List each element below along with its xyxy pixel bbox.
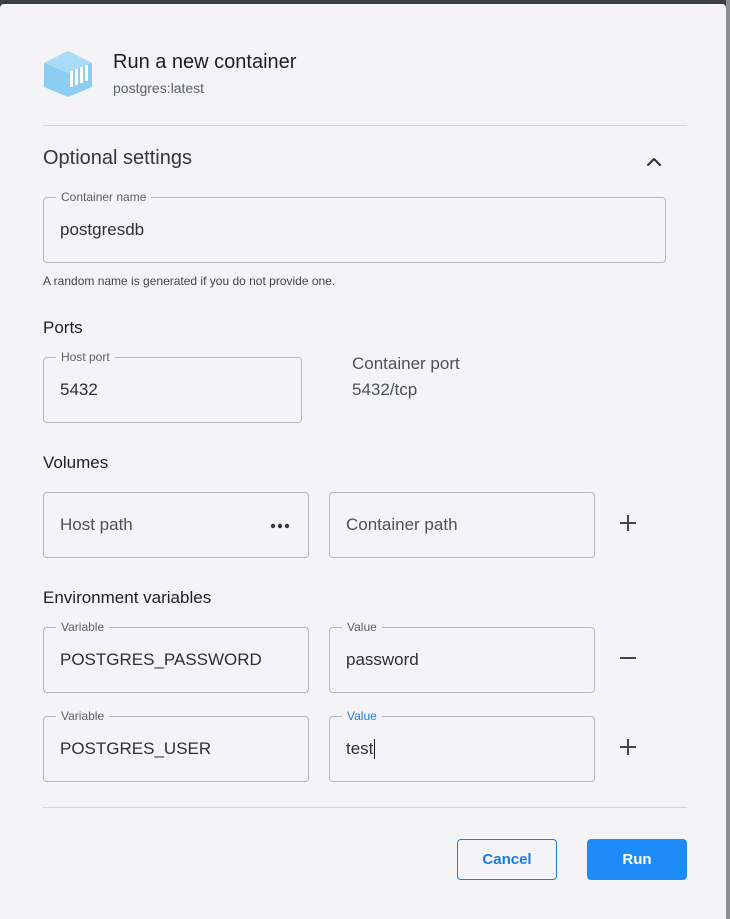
env-value-field-focused[interactable]: Value test <box>329 708 595 782</box>
host-port-value: 5432 <box>60 380 98 399</box>
container-port-label: Container port <box>352 354 460 373</box>
container-name-value: postgresdb <box>60 220 145 239</box>
image-name: postgres:latest <box>113 80 205 96</box>
env-value-field[interactable]: Value password <box>329 619 595 693</box>
env-variable-value: POSTGRES_USER <box>60 739 212 758</box>
env-variable-value: POSTGRES_PASSWORD <box>60 650 262 669</box>
container-icon <box>44 51 92 97</box>
header-divider <box>43 125 687 126</box>
optional-settings-heading: Optional settings <box>43 147 192 169</box>
env-heading: Environment variables <box>43 588 212 607</box>
container-name-field[interactable]: Container name postgresdb <box>43 189 666 263</box>
run-button[interactable]: Run <box>587 839 687 880</box>
host-path-placeholder: Host path <box>60 515 133 534</box>
host-port-field[interactable]: Host port 5432 <box>43 349 302 423</box>
container-port-value: 5432/tcp <box>352 380 418 399</box>
chevron-up-icon[interactable] <box>644 152 664 172</box>
env-value-value: password <box>346 650 419 669</box>
run-container-dialog: Run a new container postgres:latest Opti… <box>0 4 726 919</box>
ports-heading: Ports <box>43 318 83 337</box>
add-env-plus-icon[interactable] <box>616 735 640 759</box>
more-horizontal-icon[interactable] <box>270 522 290 530</box>
dialog-title: Run a new container <box>113 51 297 73</box>
add-volume-plus-icon[interactable] <box>616 511 640 535</box>
text-caret <box>374 739 376 759</box>
container-path-placeholder: Container path <box>346 515 458 534</box>
background-strip <box>726 0 730 919</box>
volumes-heading: Volumes <box>43 453 109 472</box>
container-name-helper: A random name is generated if you do not… <box>43 274 336 288</box>
footer-divider <box>43 807 687 808</box>
host-path-field[interactable]: Host path <box>43 492 309 558</box>
env-value-input: test <box>346 717 376 781</box>
minus-icon[interactable] <box>616 646 640 670</box>
cancel-button[interactable]: Cancel <box>457 839 557 880</box>
env-variable-field[interactable]: Variable POSTGRES_USER <box>43 708 309 782</box>
container-path-field[interactable]: Container path <box>329 492 595 558</box>
env-variable-field[interactable]: Variable POSTGRES_PASSWORD <box>43 619 309 693</box>
env-value-value: test <box>346 739 374 758</box>
